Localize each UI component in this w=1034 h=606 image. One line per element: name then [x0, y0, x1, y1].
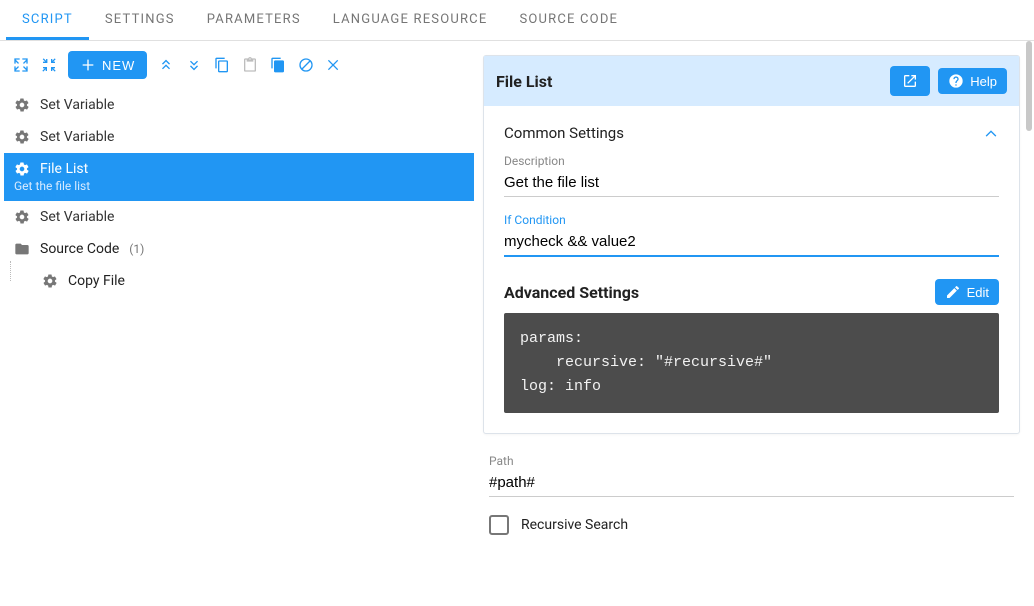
path-label: Path	[489, 454, 1014, 468]
if-condition-input[interactable]	[504, 229, 999, 257]
description-label: Description	[504, 154, 999, 168]
common-settings-title: Common Settings	[504, 124, 624, 142]
tree-item-set-variable[interactable]: Set Variable	[4, 89, 474, 121]
description-input[interactable]	[504, 170, 999, 197]
edit-button-label: Edit	[967, 285, 989, 300]
recursive-search-row[interactable]: Recursive Search	[489, 515, 1014, 535]
panel-header: File List Help	[484, 56, 1019, 106]
recursive-checkbox[interactable]	[489, 515, 509, 535]
delete-icon[interactable]	[325, 56, 343, 74]
chevron-up-icon	[983, 125, 999, 141]
tab-language-resource[interactable]: LANGUAGE RESOURCE	[317, 0, 504, 40]
tree-item-file-list[interactable]: File List Get the file list	[4, 153, 474, 201]
details-panel: File List Help Common Settings Des	[483, 55, 1020, 434]
tree-item-label: Copy File	[68, 273, 125, 289]
path-section: Path Recursive Search	[483, 454, 1020, 535]
new-button-label: NEW	[102, 58, 135, 73]
move-up-all-icon[interactable]	[157, 56, 175, 74]
tree-item-label: Set Variable	[40, 209, 114, 225]
script-toolbar: NEW	[0, 41, 474, 89]
scrollbar-thumb[interactable]	[1026, 41, 1032, 131]
move-down-all-icon[interactable]	[185, 56, 203, 74]
panel-body: Common Settings Description If Condition…	[484, 106, 1019, 433]
tree-item-label: File List	[40, 161, 88, 177]
new-button[interactable]: NEW	[68, 51, 147, 79]
common-settings-header[interactable]: Common Settings	[504, 120, 999, 154]
tree-item-copy-file[interactable]: Copy File	[4, 265, 474, 297]
duplicate-icon[interactable]	[269, 56, 287, 74]
tab-settings[interactable]: SETTINGS	[89, 0, 191, 40]
tab-source-code[interactable]: SOURCE CODE	[503, 0, 634, 40]
help-button[interactable]: Help	[938, 68, 1007, 94]
path-input[interactable]	[489, 470, 1014, 497]
advanced-settings-title: Advanced Settings	[504, 283, 639, 302]
open-external-button[interactable]	[890, 66, 930, 96]
collapse-icon[interactable]	[40, 56, 58, 74]
tree-group-label: Source Code	[40, 241, 119, 257]
tree-group-source-code[interactable]: Source Code (1)	[4, 233, 474, 265]
help-button-label: Help	[970, 74, 997, 89]
tree-item-label: Set Variable	[40, 97, 114, 113]
advanced-settings-header: Advanced Settings Edit	[504, 273, 999, 313]
paste-icon	[241, 56, 259, 74]
recursive-label: Recursive Search	[521, 517, 628, 533]
copy-icon[interactable]	[213, 56, 231, 74]
left-column: NEW	[0, 41, 475, 606]
advanced-code-block: params: recursive: "#recursive#" log: in…	[504, 313, 999, 413]
tab-parameters[interactable]: PARAMETERS	[191, 0, 317, 40]
disable-icon[interactable]	[297, 56, 315, 74]
panel-title: File List	[496, 72, 882, 91]
tree-group-count: (1)	[129, 242, 144, 256]
if-condition-label: If Condition	[504, 213, 999, 227]
tab-script[interactable]: SCRIPT	[6, 0, 89, 40]
tree-item-set-variable[interactable]: Set Variable	[4, 121, 474, 153]
if-condition-field: If Condition	[504, 213, 999, 257]
script-tree: Set Variable Set Variable File List Get …	[0, 89, 474, 297]
right-column: File List Help Common Settings Des	[475, 41, 1034, 606]
expand-icon[interactable]	[12, 56, 30, 74]
tabs-bar: SCRIPT SETTINGS PARAMETERS LANGUAGE RESO…	[0, 0, 1034, 41]
edit-button[interactable]: Edit	[935, 279, 999, 305]
description-field: Description	[504, 154, 999, 197]
tree-item-set-variable[interactable]: Set Variable	[4, 201, 474, 233]
tree-item-sub: Get the file list	[14, 179, 464, 193]
tree-item-label: Set Variable	[40, 129, 114, 145]
